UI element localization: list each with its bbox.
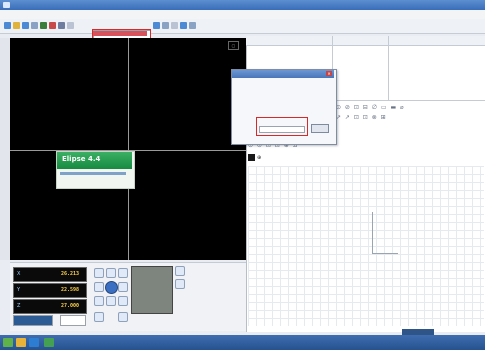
- stop-square-icon[interactable]: [248, 154, 255, 161]
- taskbar: [0, 335, 485, 350]
- start-icon[interactable]: [3, 338, 13, 347]
- splash-progress: [60, 172, 126, 175]
- new-icon[interactable]: [4, 22, 11, 29]
- dialog-button[interactable]: [311, 124, 329, 133]
- light-toggle-icon[interactable]: [175, 266, 185, 276]
- save-icon[interactable]: [22, 22, 29, 29]
- axis-x-line: [372, 253, 398, 254]
- move-left-icon[interactable]: [94, 282, 104, 292]
- camera-icon[interactable]: [180, 22, 187, 29]
- measure-icon[interactable]: [40, 22, 47, 29]
- app-task-icon[interactable]: [44, 338, 54, 347]
- move-down-left-icon[interactable]: [94, 296, 104, 306]
- move-down-icon[interactable]: [106, 296, 116, 306]
- home-icon[interactable]: [105, 281, 118, 294]
- print-icon[interactable]: [31, 22, 38, 29]
- dialog-field-input[interactable]: [259, 126, 305, 133]
- left-side-strip: [0, 38, 10, 260]
- dro-z-value: 27.000: [61, 303, 80, 309]
- light-icon[interactable]: [171, 22, 178, 29]
- joystick-preview[interactable]: [131, 266, 173, 314]
- grid-icon[interactable]: [67, 22, 74, 29]
- splash-title: Elipse 4.4: [62, 155, 101, 163]
- graphics-grid[interactable]: [248, 166, 484, 326]
- crosshair-vertical: [128, 38, 129, 260]
- open-icon[interactable]: [13, 22, 20, 29]
- settings-icon[interactable]: [189, 22, 196, 29]
- move-down-right-icon[interactable]: [118, 296, 128, 306]
- app-icon: [3, 2, 10, 8]
- dro-y-axis: Y: [17, 287, 21, 293]
- dialog-title-bar: [232, 70, 334, 78]
- dialog-close-button[interactable]: ✕: [326, 71, 332, 76]
- speed-fast-icon[interactable]: [118, 312, 128, 322]
- menu-bar: [0, 10, 485, 19]
- tool-row-2[interactable]: ↗ ↗ ⊡ ⊡ ⊗ ⊞: [336, 114, 387, 121]
- dro-x: X 26.213: [13, 267, 87, 282]
- rp-divider-2: [388, 36, 389, 100]
- record-icon[interactable]: ⊕: [257, 155, 261, 161]
- move-up-icon[interactable]: [106, 268, 116, 278]
- dro-x-axis: X: [17, 271, 21, 277]
- browser-icon[interactable]: [29, 338, 39, 347]
- tool-row-1[interactable]: ⊙ ⊘ ⊡ ⊟ ∅ ▭ ▬ ⌀: [336, 104, 405, 111]
- zero-button[interactable]: [13, 315, 53, 326]
- step-input[interactable]: [60, 315, 86, 326]
- move-up-left-icon[interactable]: [94, 268, 104, 278]
- ring-light-icon[interactable]: [175, 279, 185, 289]
- dro-x-value: 26.213: [61, 271, 80, 277]
- folder-icon[interactable]: [16, 338, 26, 347]
- pointer-icon[interactable]: [58, 22, 65, 29]
- dro-z-axis: Z: [17, 303, 21, 309]
- fit-icon[interactable]: [162, 22, 169, 29]
- speed-slow-icon[interactable]: [94, 312, 104, 322]
- move-up-right-icon[interactable]: [118, 268, 128, 278]
- dro-z: Z 27.000: [13, 299, 87, 314]
- zoom-icon[interactable]: [153, 22, 160, 29]
- dro-y-value: 22.598: [61, 287, 80, 293]
- axis-y-line: [372, 212, 373, 254]
- move-right-icon[interactable]: [118, 282, 128, 292]
- viewport-zoom-tag[interactable]: ▢: [228, 41, 239, 50]
- title-bar: [0, 0, 485, 10]
- right-panel-header: [246, 36, 485, 46]
- stop-icon[interactable]: [49, 22, 56, 29]
- dro-y: Y 22.598: [13, 283, 87, 298]
